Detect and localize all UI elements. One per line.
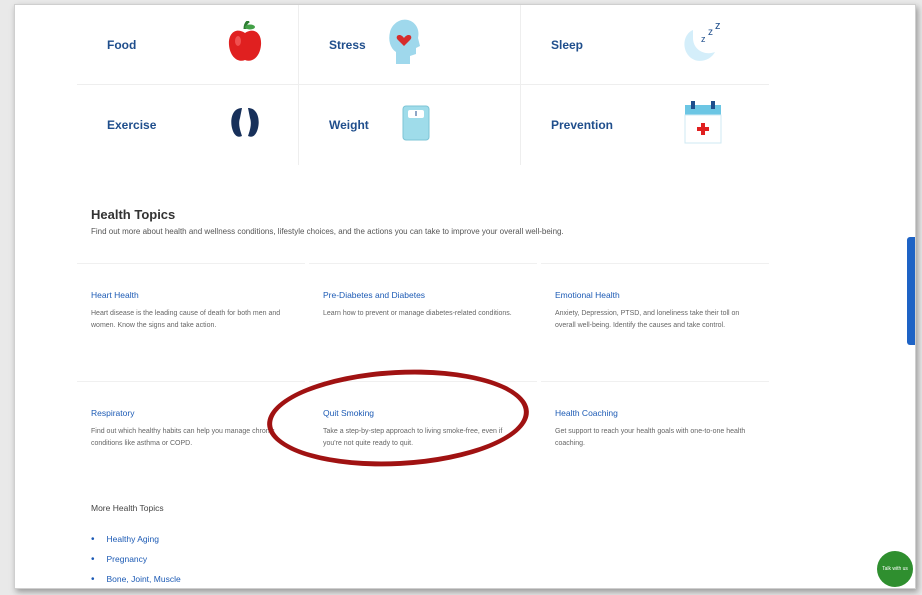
bullet-icon: • <box>91 533 95 545</box>
tile-row: Exercise Weight Prevention <box>77 85 769 165</box>
tile-label: Prevention <box>551 118 614 132</box>
tile-weight[interactable]: Weight <box>299 85 521 165</box>
bullet-icon: • <box>91 553 95 565</box>
tile-label: Sleep <box>551 37 584 52</box>
topic-card-emotional-health[interactable]: Emotional Health Anxiety, Depression, PT… <box>541 263 769 381</box>
svg-text:z: z <box>708 27 713 38</box>
category-tiles: Food Stress Sleep z z z Exercise Weight … <box>77 5 769 165</box>
topic-card-health-coaching[interactable]: Health Coaching Get support to reach you… <box>541 381 769 499</box>
tile-row: Food Stress Sleep z z z <box>77 5 769 85</box>
topic-description: Heart disease is the leading cause of de… <box>91 310 281 329</box>
head-heart-icon <box>388 18 420 71</box>
list-item[interactable]: • Healthy Aging <box>91 529 181 549</box>
section-description: Find out more about health and wellness … <box>91 227 564 236</box>
more-topics-list: • Healthy Aging • Pregnancy • Bone, Joint, … <box>91 529 181 588</box>
tile-label: Stress <box>329 37 366 52</box>
topic-card-diabetes[interactable]: Pre-Diabetes and Diabetes Learn how to p… <box>309 263 537 381</box>
topic-title[interactable]: Pre-Diabetes and Diabetes <box>323 290 523 300</box>
topic-title[interactable]: Respiratory <box>91 408 291 418</box>
tile-label: Food <box>107 37 137 52</box>
tile-prevention[interactable]: Prevention <box>521 85 743 165</box>
tile-stress[interactable]: Stress <box>299 5 521 84</box>
topic-title[interactable]: Health Coaching <box>555 408 755 418</box>
topic-card-respiratory[interactable]: Respiratory Find out which healthy habit… <box>77 381 305 499</box>
tile-label: Exercise <box>107 118 157 132</box>
tile-food[interactable]: Food <box>77 5 299 84</box>
tile-label: Weight <box>329 118 369 132</box>
scale-icon <box>402 105 430 146</box>
moon-zzz-icon: z z z <box>677 20 723 69</box>
footprints-icon <box>228 106 262 145</box>
topic-description: Anxiety, Depression, PTSD, and lonelines… <box>555 310 740 329</box>
topic-title[interactable]: Heart Health <box>91 290 291 300</box>
list-item[interactable]: • Pregnancy <box>91 549 181 569</box>
tile-exercise[interactable]: Exercise <box>77 85 299 165</box>
svg-text:z: z <box>701 34 706 44</box>
feedback-tab[interactable] <box>907 237 915 345</box>
list-item-link[interactable]: Bone, Joint, Muscle <box>107 574 181 584</box>
topic-title[interactable]: Emotional Health <box>555 290 755 300</box>
chat-button[interactable]: Talk with us <box>877 551 913 587</box>
calendar-cross-icon <box>683 100 723 150</box>
topic-card-heart-health[interactable]: Heart Health Heart disease is the leadin… <box>77 263 305 381</box>
list-item-link[interactable]: Pregnancy <box>107 554 148 564</box>
svg-text:z: z <box>715 20 721 32</box>
chat-label: Talk with us <box>882 566 908 572</box>
topic-description: Learn how to prevent or manage diabetes-… <box>323 310 512 317</box>
topic-description: Get support to reach your health goals w… <box>555 428 746 447</box>
apple-icon <box>228 19 262 68</box>
browser-page: Food Stress Sleep z z z Exercise Weight … <box>14 4 916 589</box>
bullet-icon: • <box>91 573 95 585</box>
list-item-link[interactable]: Healthy Aging <box>107 534 159 544</box>
tile-sleep[interactable]: Sleep z z z <box>521 5 743 84</box>
more-topics-title: More Health Topics <box>91 503 164 513</box>
topic-description: Find out which healthy habits can help y… <box>91 428 275 447</box>
section-title: Health Topics <box>91 207 176 222</box>
list-item[interactable]: • Bone, Joint, Muscle <box>91 569 181 588</box>
